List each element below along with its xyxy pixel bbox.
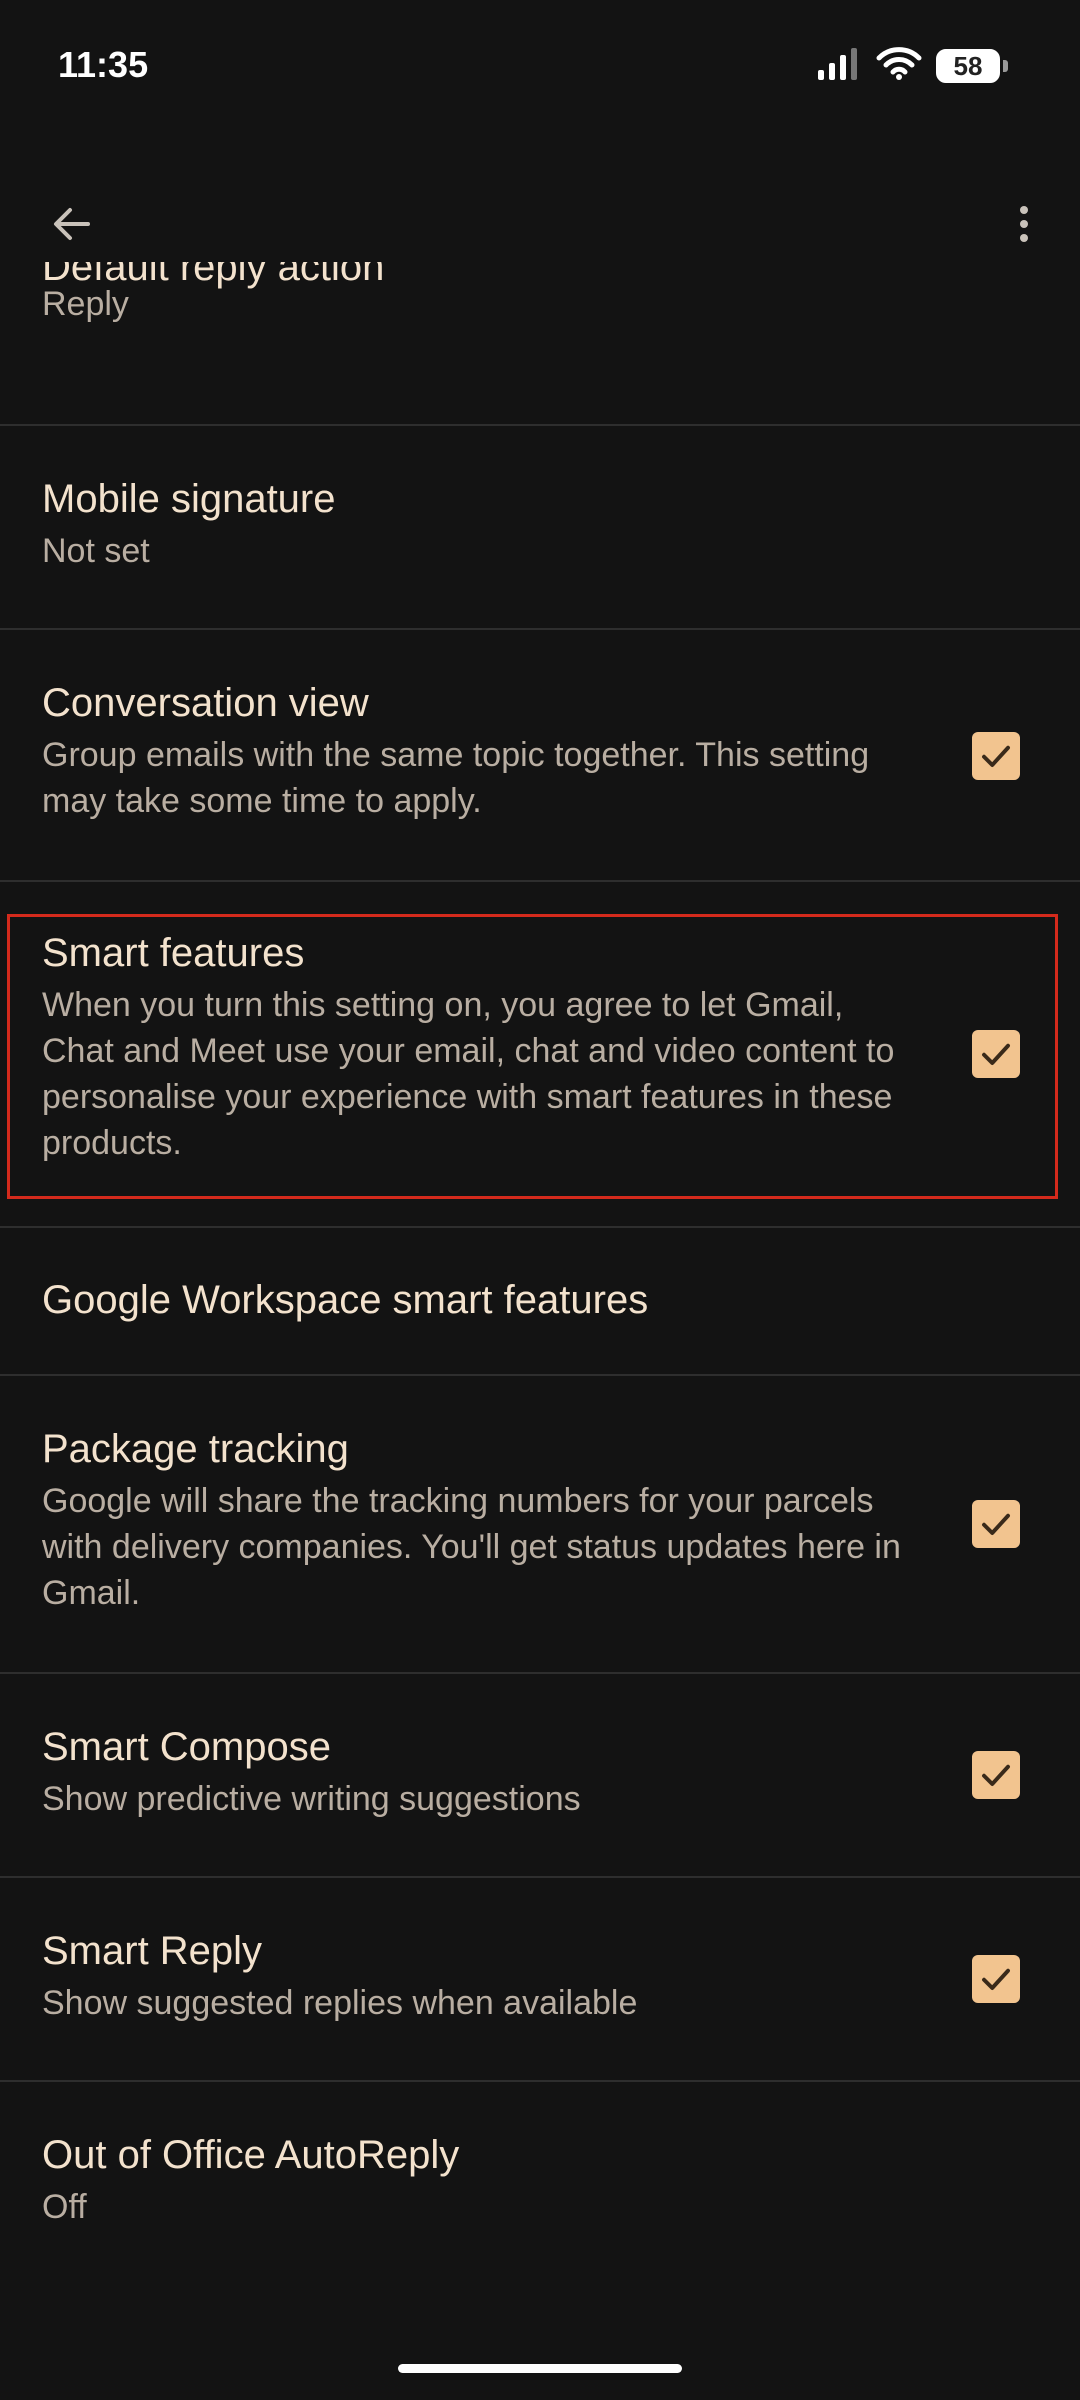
back-button[interactable] <box>40 192 104 256</box>
smart-reply-checkbox[interactable] <box>972 1955 1020 2003</box>
setting-google-workspace-smart-features[interactable]: Google Workspace smart features <box>0 1275 1080 1325</box>
divider <box>0 628 1080 630</box>
setting-title: Package tracking <box>42 1427 349 1471</box>
setting-subtitle: Show suggested replies when available <box>42 1984 638 2022</box>
setting-out-of-office-autoreply[interactable]: Out of Office AutoReply Off <box>0 2130 1080 2230</box>
setting-subtitle: Google will share the tracking numbers f… <box>42 1482 901 1612</box>
divider <box>0 1672 1080 1674</box>
battery-icon: 58 <box>936 48 1008 83</box>
setting-title: Google Workspace smart features <box>42 1278 649 1322</box>
setting-subtitle: Group emails with the same topic togethe… <box>42 736 870 820</box>
setting-title: Out of Office AutoReply <box>42 2133 460 2177</box>
divider <box>0 880 1080 882</box>
package-tracking-checkbox[interactable] <box>972 1500 1020 1548</box>
setting-smart-compose[interactable]: Smart Compose Show predictive writing su… <box>0 1722 1080 1822</box>
divider <box>0 2080 1080 2082</box>
setting-mobile-signature[interactable]: Mobile signature Not set <box>0 474 1080 574</box>
divider <box>0 424 1080 426</box>
arrow-back-icon <box>54 208 90 240</box>
check-icon <box>982 745 1010 767</box>
setting-subtitle: Off <box>42 2188 87 2226</box>
divider <box>0 1876 1080 1878</box>
setting-title: Mobile signature <box>42 477 336 521</box>
app-bar <box>0 170 1080 270</box>
setting-title: Smart Reply <box>42 1929 263 1973</box>
signal-icon <box>816 46 862 85</box>
setting-package-tracking[interactable]: Package tracking Google will share the t… <box>0 1424 1080 1616</box>
status-bar: 11:35 58 <box>0 0 1080 135</box>
setting-subtitle: Show predictive writing suggestions <box>42 1780 581 1818</box>
check-icon <box>982 1968 1010 1990</box>
setting-conversation-view[interactable]: Conversation view Group emails with the … <box>0 678 1080 824</box>
setting-title: Conversation view <box>42 681 369 725</box>
highlight-box <box>7 914 1058 1199</box>
divider <box>0 1374 1080 1376</box>
status-time: 11:35 <box>58 44 149 85</box>
battery-level: 58 <box>953 50 983 81</box>
check-icon <box>982 1764 1010 1786</box>
smart-compose-checkbox[interactable] <box>972 1751 1020 1799</box>
setting-smart-reply[interactable]: Smart Reply Show suggested replies when … <box>0 1926 1080 2026</box>
divider <box>0 1226 1080 1228</box>
more-vert-icon <box>1020 206 1028 242</box>
more-options-button[interactable] <box>992 192 1056 256</box>
wifi-icon <box>876 46 922 85</box>
status-icons: 58 <box>816 46 1008 85</box>
home-indicator[interactable] <box>398 2364 682 2373</box>
check-icon <box>982 1513 1010 1535</box>
setting-subtitle: Not set <box>42 532 150 570</box>
setting-title: Smart Compose <box>42 1725 331 1769</box>
conversation-view-checkbox[interactable] <box>972 732 1020 780</box>
